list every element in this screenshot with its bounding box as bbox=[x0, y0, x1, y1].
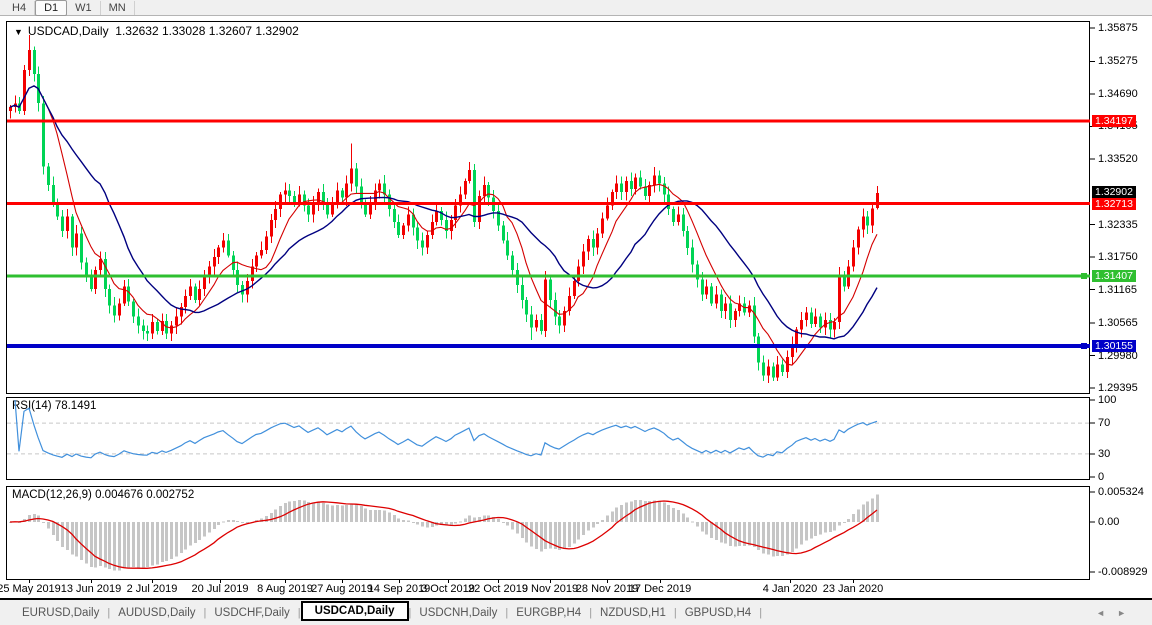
price-tick-label: 1.35875 bbox=[1098, 22, 1138, 34]
date-label: 23 Jan 2020 bbox=[823, 583, 884, 595]
mt4-screen: H4D1W1MN ▼ USDCAD,Daily 1.32632 1.33028 1… bbox=[0, 0, 1152, 625]
date-label: 20 Jul 2019 bbox=[192, 583, 249, 595]
macd-tick-label: 0.00 bbox=[1098, 516, 1119, 528]
rsi-panel bbox=[6, 397, 1090, 480]
tab-scroll-right-icon[interactable]: ► bbox=[1117, 608, 1138, 618]
timeframe-button-w1[interactable]: W1 bbox=[67, 1, 101, 15]
date-label: 3 Oct 2019 bbox=[421, 583, 475, 595]
date-label: 2 Jul 2019 bbox=[127, 583, 178, 595]
chart-window: ▼ USDCAD,Daily 1.32632 1.33028 1.32607 1.… bbox=[0, 17, 1152, 600]
tab-scroll-arrows: ◄► bbox=[1096, 608, 1138, 618]
price-tick-label: 1.34690 bbox=[1098, 88, 1138, 100]
rsi-tick-label: 70 bbox=[1098, 417, 1110, 429]
macd-tick-label: -0.008929 bbox=[1098, 566, 1148, 578]
chart-ohlc-values: 1.32632 1.33028 1.32607 1.32902 bbox=[115, 24, 299, 38]
date-label: 9 Nov 2019 bbox=[522, 583, 578, 595]
rsi-tick-label: 30 bbox=[1098, 448, 1110, 460]
symbol-tab-audusd[interactable]: AUDUSD,Daily bbox=[110, 605, 203, 621]
macd-indicator-label: MACD(12,26,9) 0.004676 0.002752 bbox=[12, 489, 194, 501]
timeframe-toolbar: H4D1W1MN bbox=[0, 0, 1152, 16]
price-axis[interactable]: 1.358751.352751.346901.341051.335201.323… bbox=[1090, 17, 1152, 600]
timeframe-button-mn[interactable]: MN bbox=[101, 1, 135, 15]
chart-dropdown-icon[interactable]: ▼ bbox=[14, 27, 23, 37]
time-axis: 25 May 201913 Jun 2019 2 Jul 2019 20 Jul 2… bbox=[0, 580, 1152, 598]
date-label: 27 Aug 2019 bbox=[311, 583, 373, 595]
rsi-indicator-label: RSI(14) 78.1491 bbox=[12, 400, 96, 412]
timeframe-button-h4[interactable]: H4 bbox=[4, 1, 35, 15]
symbol-tab-usdcad[interactable]: USDCAD,Daily bbox=[301, 601, 409, 621]
timeframe-button-d1[interactable]: D1 bbox=[35, 0, 67, 16]
level-price-badge: 1.32713 bbox=[1092, 198, 1136, 210]
date-label: 8 Aug 2019 bbox=[257, 583, 313, 595]
tab-separator: | bbox=[759, 607, 762, 619]
symbol-tab-nzdusd[interactable]: NZDUSD,H1 bbox=[592, 605, 674, 621]
date-label: 25 May 2019 bbox=[0, 583, 61, 595]
level-price-badge: 1.34197 bbox=[1092, 115, 1136, 127]
date-label: 22 Oct 2019 bbox=[468, 583, 528, 595]
symbol-tab-eurusd[interactable]: EURUSD,Daily bbox=[14, 605, 107, 621]
tab-scroll-left-icon[interactable]: ◄ bbox=[1096, 608, 1117, 618]
price-tick-label: 1.30565 bbox=[1098, 317, 1138, 329]
price-tick-label: 1.35275 bbox=[1098, 55, 1138, 67]
current-price-badge: 1.32902 bbox=[1092, 186, 1136, 198]
level-price-badge: 1.31407 bbox=[1092, 270, 1136, 282]
date-label: 17 Dec 2019 bbox=[629, 583, 691, 595]
symbol-tab-usdchf[interactable]: USDCHF,Daily bbox=[206, 605, 297, 621]
price-tick-label: 1.29395 bbox=[1098, 382, 1138, 394]
chart-title: ▼ USDCAD,Daily 1.32632 1.33028 1.32607 1.… bbox=[14, 24, 299, 38]
price-tick-label: 1.33520 bbox=[1098, 153, 1138, 165]
chart-symbol-label: USDCAD,Daily bbox=[28, 24, 109, 38]
price-tick-label: 1.32335 bbox=[1098, 219, 1138, 231]
macd-tick-label: 0.005324 bbox=[1098, 486, 1144, 498]
symbol-tab-eurgbp[interactable]: EURGBP,H4 bbox=[508, 605, 589, 621]
price-tick-label: 1.31750 bbox=[1098, 251, 1138, 263]
symbol-tab-bar: EURUSD,Daily|AUDUSD,Daily|USDCHF,Daily|U… bbox=[0, 598, 1152, 625]
symbol-tab-gbpusd[interactable]: GBPUSD,H4 bbox=[677, 605, 759, 621]
symbol-tab-usdcnh[interactable]: USDCNH,Daily bbox=[411, 605, 505, 621]
date-label: 13 Jun 2019 bbox=[61, 583, 122, 595]
price-panel bbox=[6, 21, 1090, 394]
level-price-badge: 1.30155 bbox=[1092, 340, 1136, 352]
date-label: 4 Jan 2020 bbox=[763, 583, 817, 595]
rsi-tick-label: 0 bbox=[1098, 471, 1104, 483]
rsi-tick-label: 100 bbox=[1098, 394, 1116, 406]
price-tick-label: 1.31165 bbox=[1098, 284, 1137, 296]
